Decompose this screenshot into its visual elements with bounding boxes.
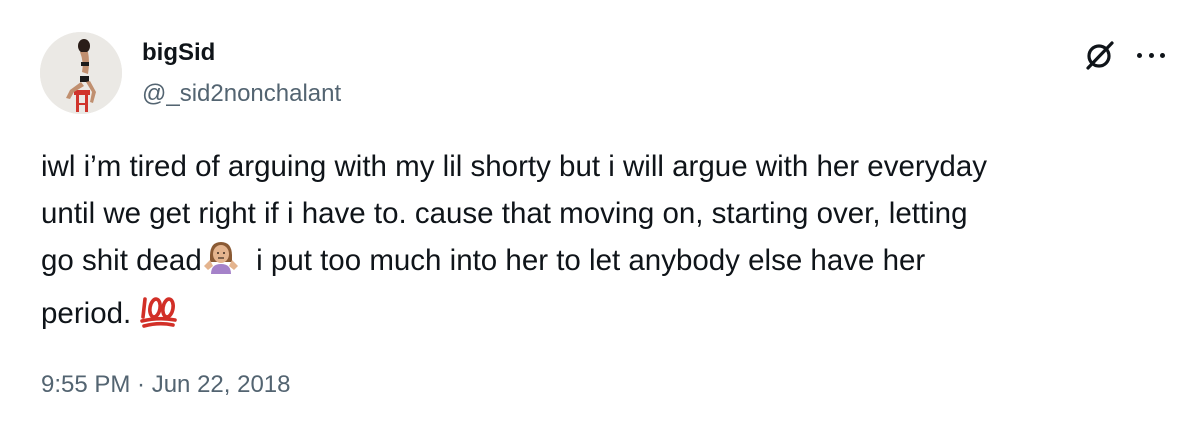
dot-icon (1160, 52, 1165, 58)
person-shrugging-emoji (202, 238, 240, 290)
dot-icon (1137, 52, 1142, 58)
tweet-text-line: until we get right if i have to. cause t… (41, 197, 968, 230)
hundred-points-emoji (139, 293, 179, 343)
tweet-text: iwl i’m tired of arguing with my lil sho… (41, 143, 1181, 343)
tweet-text-line: iwl i’m tired of arguing with my lil sho… (41, 150, 987, 183)
tweet-text-fragment: go shit dead (41, 244, 202, 277)
grok-icon[interactable] (1083, 38, 1117, 72)
avatar[interactable] (40, 32, 122, 114)
dot-icon (1148, 52, 1154, 58)
tweet-timestamp[interactable]: 9:55 PM · Jun 22, 2018 (41, 370, 291, 400)
tweet-text-line: period. (41, 290, 1181, 343)
tweet-text-fragment: i put too much into her to let anybody e… (256, 244, 926, 277)
display-name[interactable]: bigSid (142, 38, 215, 68)
more-options-icon[interactable] (1131, 38, 1171, 72)
user-handle[interactable]: @_sid2nonchalant (142, 79, 341, 109)
tweet-text-line: go shit dead i put too much into her to … (41, 237, 1181, 290)
tweet-text-fragment: period. (41, 297, 132, 330)
